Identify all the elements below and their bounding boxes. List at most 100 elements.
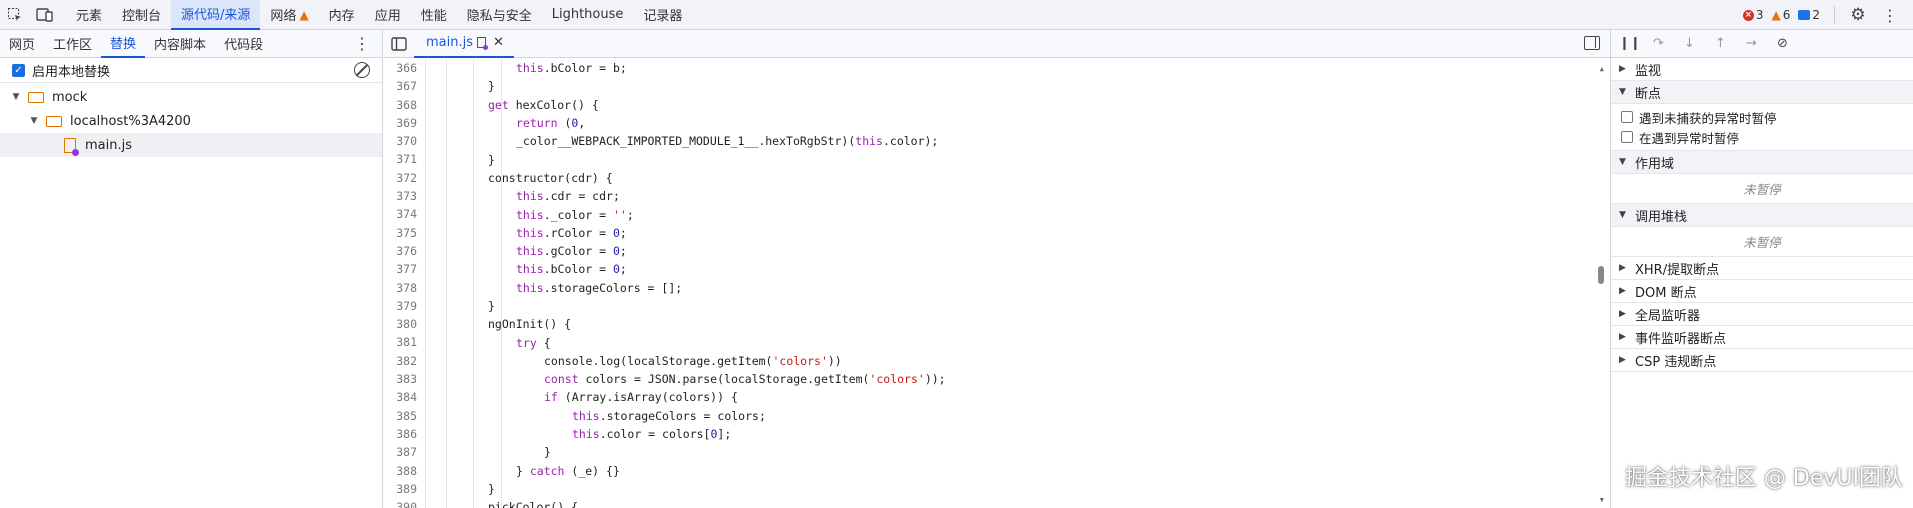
panel-tab-9[interactable]: 记录器	[633, 0, 692, 30]
panel-tab-4[interactable]: 内存	[319, 0, 365, 30]
panel-tab-5[interactable]: 应用	[365, 0, 411, 30]
scroll-up-icon[interactable]: ▲	[1600, 65, 1604, 73]
navigator-tab-0[interactable]: 网页	[0, 30, 44, 58]
line-number[interactable]: 388	[384, 461, 426, 480]
option-checkbox[interactable]	[1621, 111, 1633, 123]
line-number[interactable]: 378	[384, 278, 426, 297]
line-number[interactable]: 369	[384, 113, 426, 133]
debugger-section-header[interactable]: ▼ 断点	[1611, 81, 1913, 104]
close-tab-icon[interactable]: ✕	[493, 35, 504, 50]
code-line[interactable]: 379}	[384, 296, 1610, 316]
enable-overrides-row[interactable]: ✓ 启用本地替换	[0, 58, 382, 83]
line-number[interactable]: 380	[384, 315, 426, 334]
line-number[interactable]: 371	[384, 150, 426, 169]
line-number[interactable]: 375	[384, 223, 426, 242]
panel-tab-7[interactable]: 隐私与安全	[457, 0, 542, 30]
panel-tab-8[interactable]: Lighthouse	[542, 0, 634, 30]
pause-on-exception-option[interactable]: 在遇到异常时暂停	[1611, 127, 1913, 147]
debugger-section-header[interactable]: ▶ 事件监听器断点	[1611, 326, 1913, 349]
toggle-navigator-icon[interactable]	[384, 36, 414, 51]
line-number[interactable]: 387	[384, 443, 426, 462]
settings-gear-icon[interactable]: ⚙	[1843, 0, 1873, 30]
deactivate-breakpoints-icon[interactable]: ⊘	[1774, 36, 1791, 51]
code-line[interactable]: 368 get hexColor() {	[384, 95, 1610, 114]
step-into-icon[interactable]: ↓	[1681, 36, 1698, 51]
step-over-icon[interactable]: ↷	[1650, 36, 1667, 51]
panel-tab-0[interactable]: 元素	[66, 0, 112, 30]
line-number[interactable]: 384	[384, 388, 426, 407]
code-line[interactable]: 383 const colors = JSON.parse(localStorag…	[384, 370, 1610, 389]
panel-tab-6[interactable]: 性能	[411, 0, 457, 30]
line-number[interactable]: 382	[384, 351, 426, 371]
code-line[interactable]: 378 this.storageColors = [];	[384, 278, 1610, 297]
code-line[interactable]: 377 this.bColor = 0;	[384, 260, 1610, 279]
code-line[interactable]: 390 pickColor() {	[384, 498, 1610, 508]
navigator-tab-3[interactable]: 内容脚本	[145, 30, 215, 58]
enable-overrides-checkbox[interactable]: ✓	[12, 63, 25, 77]
code-line[interactable]: 384 if (Array.isArray(colors)) {	[384, 388, 1610, 407]
code-line[interactable]: 367}	[384, 77, 1610, 96]
line-number[interactable]: 390	[384, 498, 426, 508]
code-line[interactable]: 386 this.color = colors[0];	[384, 424, 1610, 444]
messages-count[interactable]: 2	[1798, 8, 1820, 22]
line-number[interactable]: 376	[384, 241, 426, 261]
pause-on-exception-option[interactable]: 遇到未捕获的异常时暂停	[1611, 107, 1913, 127]
code-line[interactable]: 369 return (0,	[384, 113, 1610, 133]
errors-count[interactable]: × 3	[1742, 8, 1763, 22]
debugger-section-header[interactable]: ▶ 全局监听器	[1611, 303, 1913, 326]
line-number[interactable]: 389	[384, 479, 426, 499]
navigator-tab-1[interactable]: 工作区	[44, 30, 101, 58]
code-line[interactable]: 385 this.storageColors = colors;	[384, 406, 1610, 425]
code-line[interactable]: 366 this.bColor = b;	[384, 59, 1610, 78]
debugger-section-header[interactable]: ▶ CSP 违规断点	[1611, 349, 1913, 372]
code-line[interactable]: 370 _color__WEBPACK_IMPORTED_MODULE_1__.h…	[384, 132, 1610, 151]
option-checkbox[interactable]	[1621, 131, 1633, 143]
line-number[interactable]: 366	[384, 59, 426, 78]
code-line[interactable]: 371}	[384, 150, 1610, 169]
device-toolbar-icon[interactable]	[30, 0, 60, 30]
line-number[interactable]: 373	[384, 187, 426, 206]
tree-item[interactable]: main.js	[0, 133, 382, 157]
step-icon[interactable]: →	[1743, 36, 1760, 51]
scroll-down-icon[interactable]: ▼	[1600, 496, 1604, 504]
code-line[interactable]: 372 constructor(cdr) {	[384, 168, 1610, 188]
panel-tab-3[interactable]: 网络 ▲	[260, 0, 318, 30]
clear-overrides-icon[interactable]	[354, 62, 370, 78]
line-number[interactable]: 386	[384, 424, 426, 444]
debugger-section-header[interactable]: ▼ 作用域	[1611, 151, 1913, 174]
line-number[interactable]: 374	[384, 205, 426, 224]
line-number[interactable]: 383	[384, 370, 426, 389]
code-line[interactable]: 373 this.cdr = cdr;	[384, 187, 1610, 206]
inspect-element-icon[interactable]	[0, 0, 30, 30]
tree-item[interactable]: ▼ localhost%3A4200	[0, 109, 382, 133]
file-tab-main-js[interactable]: main.js ✕	[414, 30, 514, 58]
code-line[interactable]: 375 this.rColor = 0;	[384, 223, 1610, 242]
step-out-icon[interactable]: ↑	[1712, 36, 1729, 51]
code-line[interactable]: 388} catch (_e) {}	[384, 461, 1610, 480]
warnings-count[interactable]: ▲ 6	[1771, 8, 1790, 22]
line-number[interactable]: 379	[384, 296, 426, 316]
code-line[interactable]: 389}	[384, 479, 1610, 499]
line-number[interactable]: 368	[384, 95, 426, 114]
navigator-tab-4[interactable]: 代码段	[215, 30, 272, 58]
debugger-section-header[interactable]: ▶ DOM 断点	[1611, 280, 1913, 303]
vertical-scrollbar-thumb[interactable]	[1598, 266, 1604, 284]
more-options-icon[interactable]: ⋮	[1875, 0, 1905, 30]
line-number[interactable]: 370	[384, 132, 426, 151]
debugger-section-header[interactable]: ▶ XHR/提取断点	[1611, 257, 1913, 280]
line-number[interactable]: 367	[384, 77, 426, 96]
navigator-tab-2[interactable]: 替换	[101, 30, 146, 58]
code-area[interactable]: 366 this.bColor = b; 367} 368 get hexColor()…	[384, 59, 1610, 508]
navigator-more-icon[interactable]: ⋮	[354, 34, 370, 53]
line-number[interactable]: 381	[384, 333, 426, 352]
code-line[interactable]: 387}	[384, 443, 1610, 462]
panel-tab-2[interactable]: 源代码/来源	[171, 0, 261, 30]
code-line[interactable]: 374 this._color = '';	[384, 205, 1610, 224]
line-number[interactable]: 372	[384, 168, 426, 188]
code-line[interactable]: 376 this.gColor = 0;	[384, 241, 1610, 261]
pause-resume-icon[interactable]: ❙❙	[1619, 36, 1641, 51]
debugger-section-header[interactable]: ▶ 监视	[1611, 58, 1913, 81]
code-line[interactable]: 381 try {	[384, 333, 1610, 352]
line-number[interactable]: 385	[384, 406, 426, 425]
code-line[interactable]: 380 ngOnInit() {	[384, 315, 1610, 334]
